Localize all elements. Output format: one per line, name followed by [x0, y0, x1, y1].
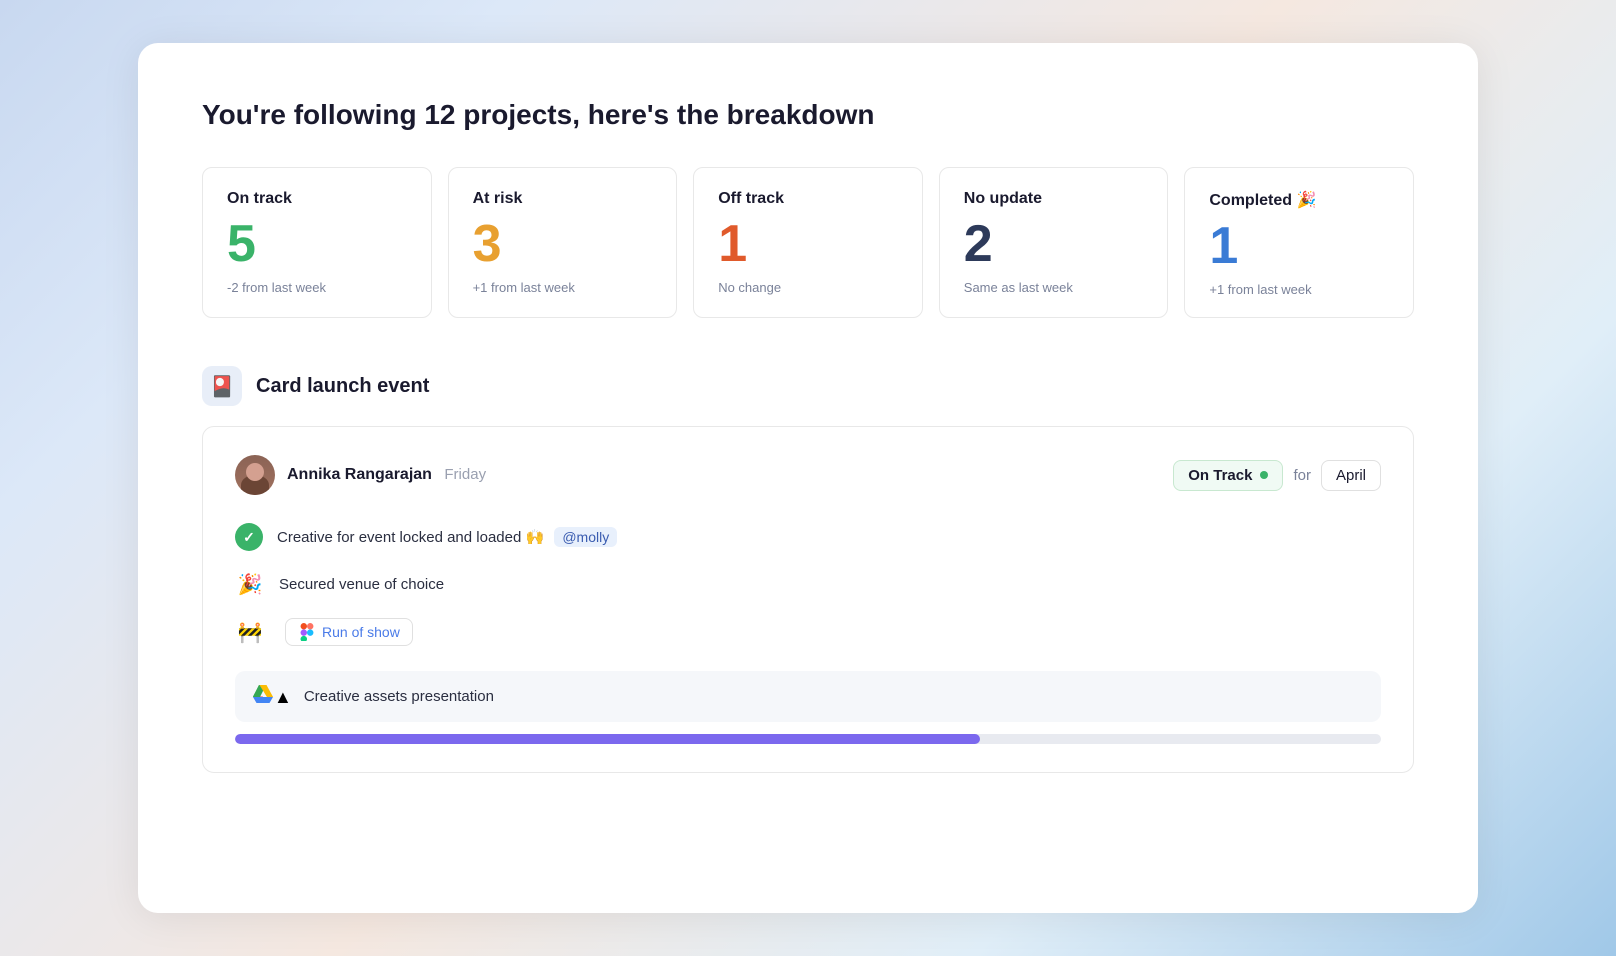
stat-number-completed: 1 [1209, 220, 1389, 272]
month-badge[interactable]: April [1321, 460, 1381, 491]
stat-change-off-track: No change [718, 280, 898, 295]
run-of-show-link[interactable]: Run of show [285, 618, 413, 646]
section-header: 🎴 Card launch event [202, 366, 1414, 406]
stat-label-off-track: Off track [718, 190, 898, 208]
update-header: Annika Rangarajan Friday On Track for Ap… [235, 455, 1381, 495]
section-icon: 🎴 [202, 366, 242, 406]
party-icon: 🎉 [235, 569, 265, 599]
page-title: You're following 12 projects, here's the… [202, 99, 1414, 131]
stat-number-off-track: 1 [718, 218, 898, 270]
update-items: Creative for event locked and loaded 🙌 @… [235, 523, 1381, 647]
stat-card-at-risk[interactable]: At risk 3 +1 from last week [448, 167, 678, 318]
update-card: Annika Rangarajan Friday On Track for Ap… [202, 426, 1414, 773]
mention-molly[interactable]: @molly [554, 527, 617, 547]
stat-change-at-risk: +1 from last week [473, 280, 653, 295]
progress-bar-fill [235, 734, 980, 744]
status-group: On Track for April [1173, 460, 1381, 491]
stat-number-no-update: 2 [964, 218, 1144, 270]
stat-change-on-track: -2 from last week [227, 280, 407, 295]
item-text-venue: Secured venue of choice [279, 576, 444, 593]
stat-card-off-track[interactable]: Off track 1 No change [693, 167, 923, 318]
author-name: Annika Rangarajan [287, 466, 432, 483]
update-item-run: 🚧 Run of show [235, 617, 1381, 647]
avatar [235, 455, 275, 495]
stat-number-at-risk: 3 [473, 218, 653, 270]
figma-icon [298, 623, 316, 641]
update-author: Annika Rangarajan Friday [235, 455, 486, 495]
stat-card-no-update[interactable]: No update 2 Same as last week [939, 167, 1169, 318]
section-title: Card launch event [256, 375, 429, 398]
asset-name: Creative assets presentation [304, 688, 494, 705]
update-item-creative: Creative for event locked and loaded 🙌 @… [235, 523, 1381, 551]
progress-bar-container [235, 734, 1381, 744]
status-badge[interactable]: On Track [1173, 460, 1283, 491]
update-item-venue: 🎉 Secured venue of choice [235, 569, 1381, 599]
stat-label-at-risk: At risk [473, 190, 653, 208]
for-label: for [1293, 467, 1311, 484]
run-of-show-text: Run of show [322, 624, 400, 640]
stats-row: On track 5 -2 from last week At risk 3 +… [202, 167, 1414, 318]
check-circle-icon [235, 523, 263, 551]
author-day: Friday [444, 466, 486, 483]
item-text-creative: Creative for event locked and loaded 🙌 @… [277, 528, 617, 546]
stat-change-completed: +1 from last week [1209, 282, 1389, 297]
construction-icon: 🚧 [235, 617, 265, 647]
stat-card-completed[interactable]: Completed 🎉 1 +1 from last week [1184, 167, 1414, 318]
stat-label-on-track: On track [227, 190, 407, 208]
main-card: You're following 12 projects, here's the… [138, 43, 1478, 913]
stat-label-no-update: No update [964, 190, 1144, 208]
stat-change-no-update: Same as last week [964, 280, 1144, 295]
status-dot-icon [1260, 471, 1268, 479]
status-text: On Track [1188, 467, 1252, 484]
gdrive-icon: ▲ [253, 685, 292, 708]
stat-number-on-track: 5 [227, 218, 407, 270]
stat-label-completed: Completed 🎉 [1209, 190, 1389, 210]
asset-row[interactable]: ▲ Creative assets presentation [235, 671, 1381, 722]
stat-card-on-track[interactable]: On track 5 -2 from last week [202, 167, 432, 318]
